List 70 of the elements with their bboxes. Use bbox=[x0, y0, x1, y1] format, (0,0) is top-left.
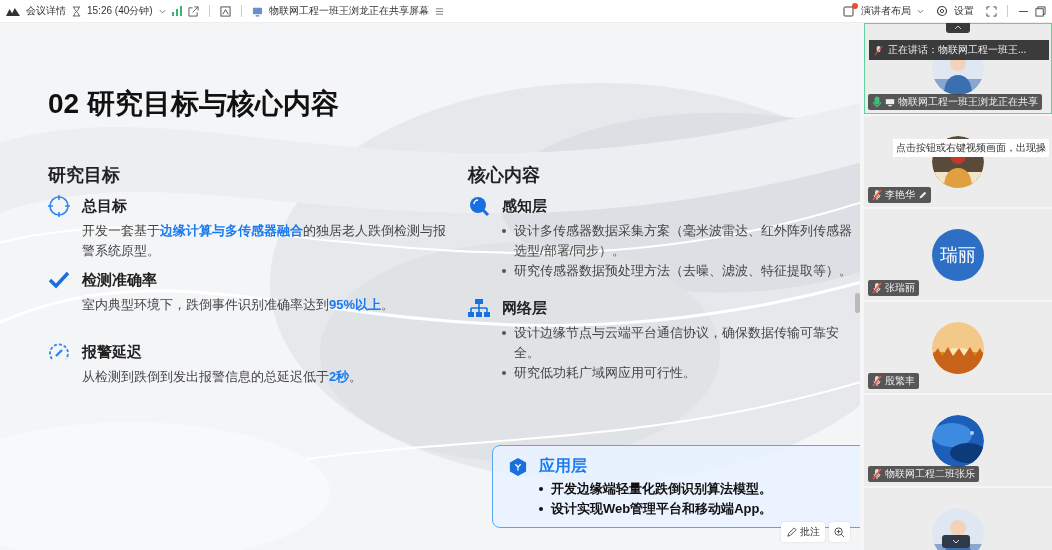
check-icon bbox=[48, 269, 70, 291]
signal-icon bbox=[171, 6, 182, 16]
bullet-dot bbox=[539, 507, 543, 511]
layout-button[interactable]: 演讲者布局 bbox=[861, 4, 911, 18]
goal-title: 总目标 bbox=[82, 196, 127, 216]
meeting-details-link[interactable]: 会议详情 bbox=[26, 4, 66, 18]
restore-icon[interactable] bbox=[1035, 5, 1046, 17]
whiteboard-icon[interactable] bbox=[219, 5, 231, 17]
screen-share-icon bbox=[251, 5, 263, 17]
slide-title: 02 研究目标与核心内容 bbox=[48, 87, 340, 121]
participant-tile[interactable]: 正在讲话：物联网工程一班王... 物联网工程一班王浏龙正在共享 bbox=[864, 23, 1052, 114]
list-icon[interactable] bbox=[434, 6, 444, 16]
bullet-text: 设计实现Web管理平台和移动端App。 bbox=[551, 500, 773, 518]
bullet-dot bbox=[502, 229, 506, 233]
bullet-text: 研究传感器数据预处理方法（去噪、滤波、特征提取等）。 bbox=[514, 262, 852, 280]
bullet-dot bbox=[502, 371, 506, 375]
goal-description: 开发一套基于边缘计算与多传感器融合的独居老人跌倒检测与报警系统原型。 bbox=[81, 222, 447, 260]
splitter-handle[interactable] bbox=[855, 293, 860, 313]
mic-muted-icon bbox=[874, 44, 883, 56]
section-heading: 研究目标 bbox=[48, 164, 121, 187]
goal-title: 检测准确率 bbox=[82, 270, 157, 290]
bullet-dot bbox=[502, 331, 506, 335]
participant-name: 李艳华 bbox=[885, 188, 915, 202]
layer-title: 网络层 bbox=[502, 298, 547, 318]
chevron-down-icon bbox=[952, 539, 960, 544]
sharing-status: 物联网工程一班王浏龙正在共享屏幕 bbox=[268, 4, 429, 18]
pen-icon bbox=[786, 526, 797, 538]
target-icon bbox=[48, 195, 70, 217]
participant-name: 物联网工程二班张乐 bbox=[885, 467, 975, 481]
logo-icon bbox=[6, 6, 20, 16]
share-icon[interactable] bbox=[187, 5, 199, 17]
tooltip: 点击按钮或右键视频画面，出现操 bbox=[893, 139, 1049, 157]
settings-button[interactable]: 设置 bbox=[954, 4, 974, 18]
scroll-down-button[interactable] bbox=[942, 535, 970, 548]
avatar: 瑞丽 bbox=[932, 228, 984, 281]
meeting-time: 15:26 (40分钟) bbox=[87, 4, 153, 18]
layer-title: 应用层 bbox=[539, 456, 587, 476]
bullet-text: 设计多传感器数据采集方案（毫米波雷达、红外阵列传感器选型/部署/同步）。 bbox=[514, 222, 852, 260]
chevron-down-icon[interactable] bbox=[158, 8, 166, 14]
speaking-text: 正在讲话：物联网工程一班王... bbox=[888, 43, 1027, 57]
participant-tile[interactable]: 瑞丽 张瑞丽 bbox=[864, 209, 1052, 300]
bullet-text: 研究低功耗广域网应用可行性。 bbox=[514, 364, 696, 382]
section-heading: 核心内容 bbox=[468, 164, 541, 187]
participant-name: 殷繁丰 bbox=[885, 374, 915, 388]
bullet-dot bbox=[539, 487, 543, 491]
participant-tile[interactable]: 殷繁丰 bbox=[864, 302, 1052, 393]
participant-tile[interactable]: 物联网工程二班张乐 bbox=[864, 395, 1052, 486]
chevron-down-icon[interactable] bbox=[917, 8, 924, 14]
participant-name: 物联网工程一班王浏龙正在共享 bbox=[898, 95, 1038, 109]
fullscreen-icon[interactable] bbox=[986, 5, 997, 17]
chevron-up-icon bbox=[954, 25, 962, 30]
hierarchy-icon bbox=[468, 297, 490, 319]
goal-description: 从检测到跌倒到发出报警信息的总延迟低于2秒。 bbox=[81, 368, 364, 386]
participant-tile[interactable]: 点击按钮或右键视频画面，出现操 李艳华 bbox=[864, 116, 1052, 207]
participant-name: 张瑞丽 bbox=[885, 281, 915, 295]
settings-icon bbox=[936, 5, 948, 17]
layout-icon bbox=[843, 5, 855, 17]
hexagon-icon bbox=[509, 456, 527, 477]
bullet-text: 设计边缘节点与云端平台通信协议，确保数据传输可靠安全。 bbox=[514, 324, 840, 362]
scroll-up-button[interactable] bbox=[946, 23, 970, 33]
bullet-dot bbox=[502, 269, 506, 273]
zoom-in-button[interactable] bbox=[829, 522, 850, 542]
goal-description: 室内典型环境下，跌倒事件识别准确率达到95%以上。 bbox=[81, 296, 396, 314]
search-icon bbox=[468, 195, 490, 217]
zoom-in-icon bbox=[834, 526, 845, 538]
annotate-button[interactable]: 批注 bbox=[781, 522, 825, 542]
layer-title: 感知层 bbox=[502, 196, 547, 216]
goal-title: 报警延迟 bbox=[82, 342, 142, 362]
hourglass-icon bbox=[72, 5, 81, 17]
bullet-text: 开发边缘端轻量化跌倒识别算法模型。 bbox=[551, 480, 772, 498]
